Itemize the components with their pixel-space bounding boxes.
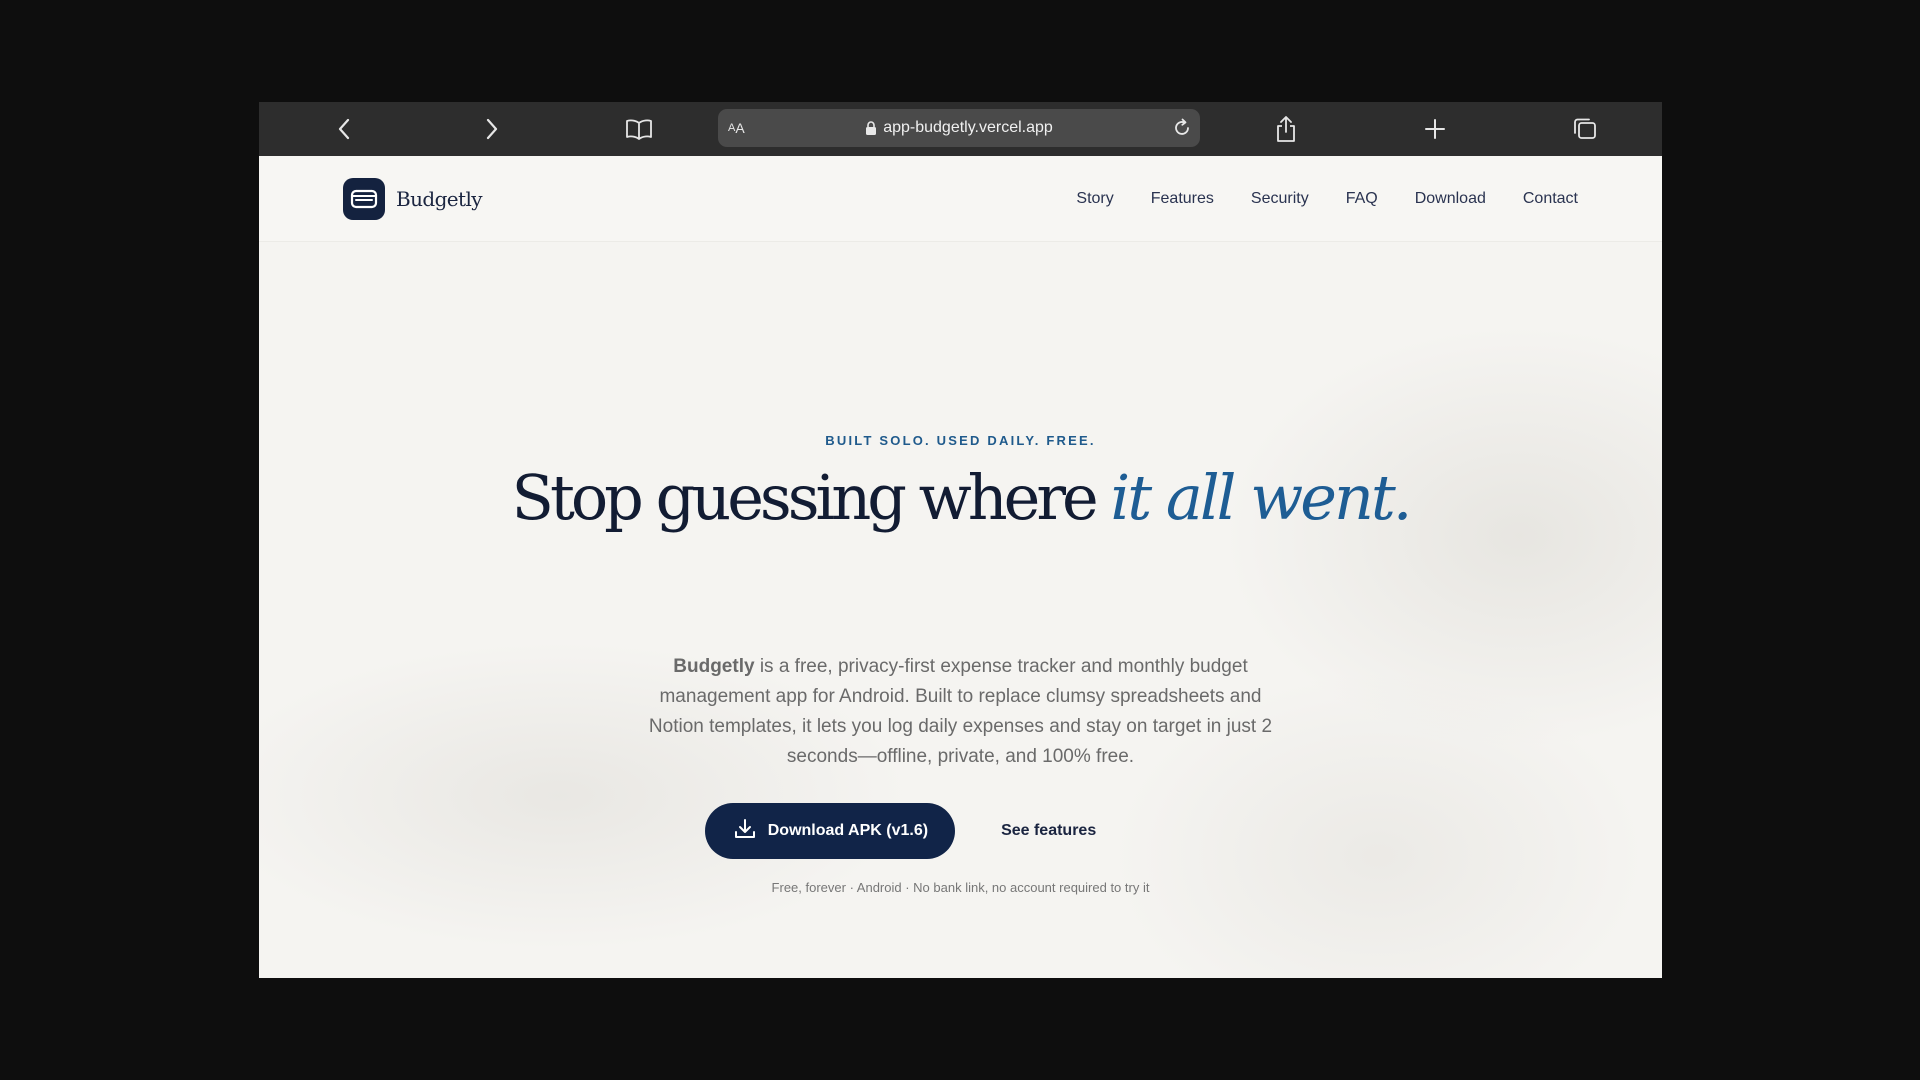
share-icon[interactable] — [1264, 102, 1308, 156]
cta-row: Download APK (v1.6) See features — [259, 803, 1662, 859]
plus-icon[interactable] — [1413, 102, 1457, 156]
tabs-icon[interactable] — [1563, 102, 1607, 156]
download-icon — [734, 818, 756, 845]
nav-link-features[interactable]: Features — [1151, 190, 1214, 208]
hero-footnote: Free, forever · Android · No bank link, … — [771, 880, 1150, 895]
url-text: app-budgetly.vercel.app — [883, 119, 1053, 136]
headline-main: Stop guessing where — [511, 461, 1111, 534]
wallet-logo-icon — [343, 178, 385, 220]
hero-description: Budgetly is a free, privacy-first expens… — [639, 652, 1282, 772]
reader-mode-large-a: A — [735, 120, 745, 136]
nav-link-download[interactable]: Download — [1415, 190, 1486, 208]
download-apk-label: Download APK (v1.6) — [767, 822, 929, 839]
nav-link-story[interactable]: Story — [1076, 190, 1113, 208]
download-apk-button[interactable]: Download APK (v1.6) — [704, 803, 956, 859]
reader-mode-button[interactable]: AA — [728, 109, 745, 147]
hero-headline: Stop guessing where it all went. — [259, 458, 1662, 538]
brand-link[interactable]: Budgetly — [343, 178, 483, 220]
book-icon[interactable] — [617, 102, 661, 156]
lock-icon — [865, 120, 877, 136]
chevron-left-icon[interactable] — [322, 102, 366, 156]
see-features-button[interactable]: See features — [975, 803, 1122, 859]
nav-link-security[interactable]: Security — [1251, 190, 1309, 208]
nav-links: Story Features Security FAQ Download Con… — [1076, 156, 1578, 242]
web-page: Budgetly Story Features Security FAQ Dow… — [259, 156, 1662, 978]
browser-toolbar: AA app-budgetly.vercel.app — [259, 102, 1662, 156]
reader-mode-small-a: A — [728, 122, 736, 134]
device-frame: AA app-budgetly.vercel.app Budgetly Stor… — [259, 102, 1662, 978]
address-bar[interactable]: AA app-budgetly.vercel.app — [718, 109, 1200, 147]
headline-accent: it all went. — [1110, 461, 1412, 534]
hero-eyebrow: BUILT SOLO. USED DAILY. FREE. — [825, 433, 1096, 448]
site-header: Budgetly Story Features Security FAQ Dow… — [259, 156, 1662, 242]
chevron-right-icon[interactable] — [470, 102, 514, 156]
lead-brand: Budgetly — [673, 656, 755, 677]
nav-link-contact[interactable]: Contact — [1523, 190, 1578, 208]
nav-link-faq[interactable]: FAQ — [1346, 190, 1378, 208]
reload-icon[interactable] — [1172, 109, 1192, 147]
brand-name: Budgetly — [396, 187, 483, 211]
